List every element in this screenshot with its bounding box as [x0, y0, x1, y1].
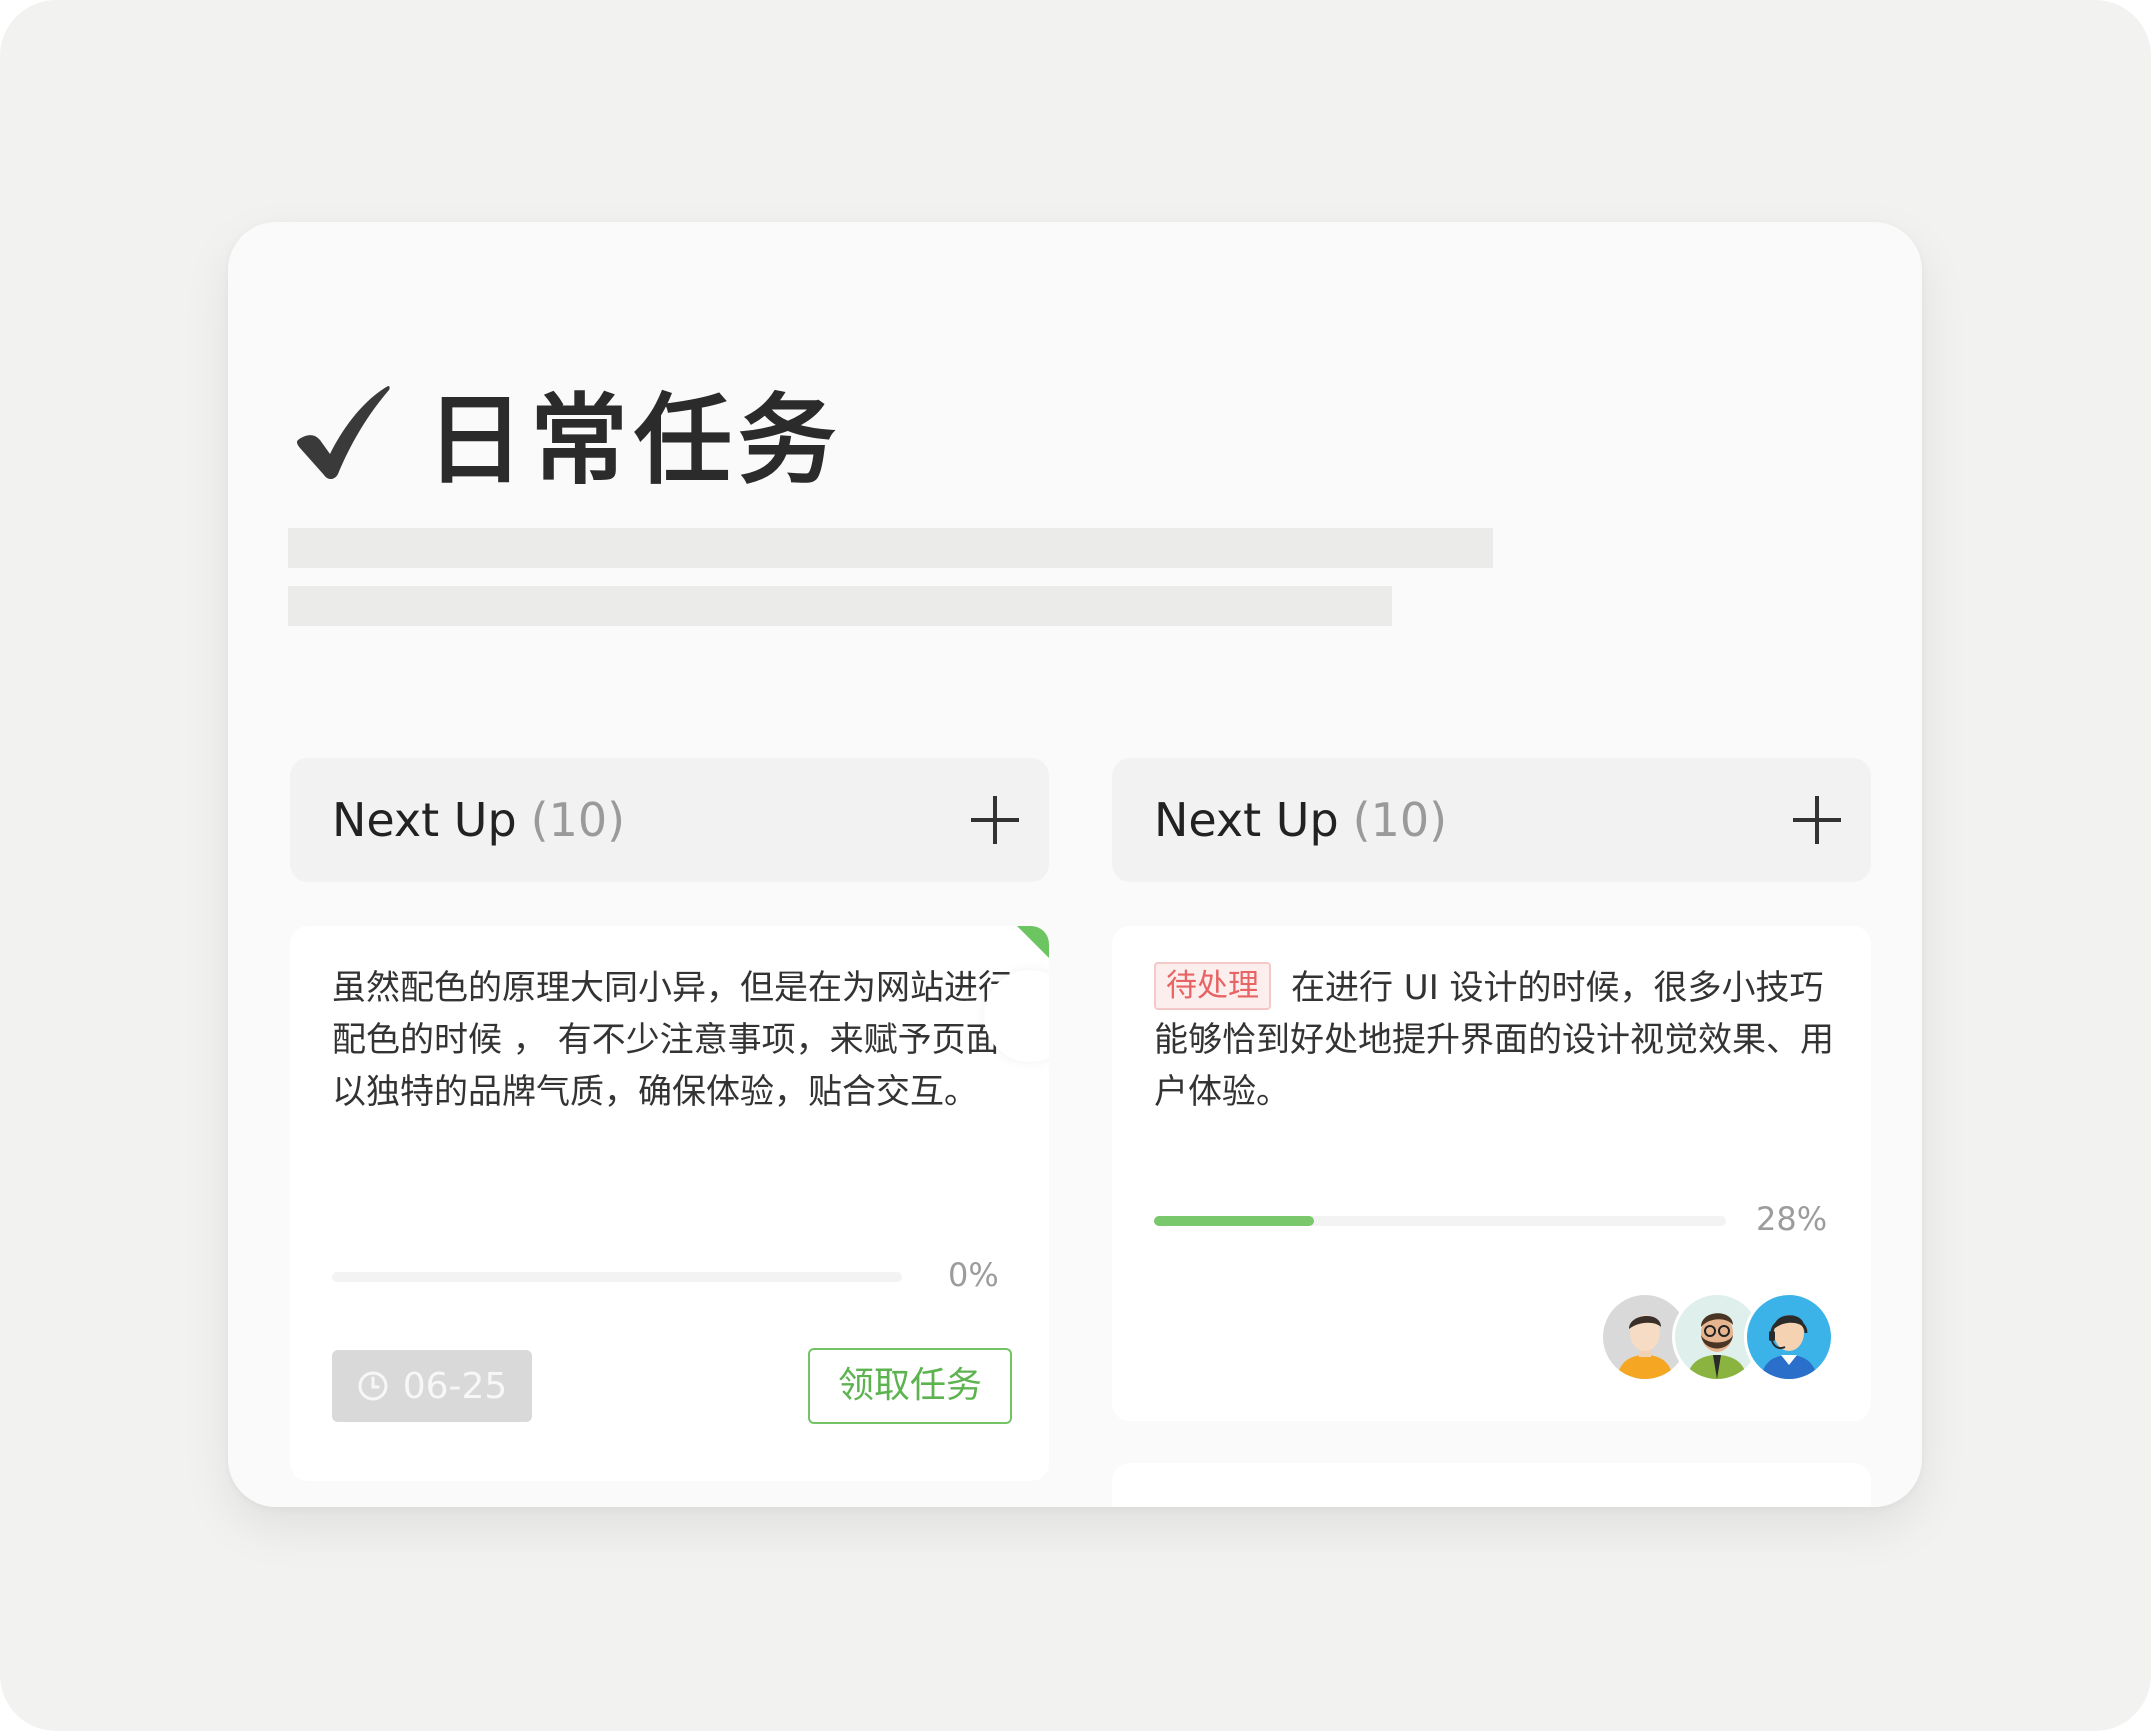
task-card[interactable] — [1112, 1463, 1871, 1507]
task-card[interactable]: 虽然配色的原理大同小异，但是在为网站进行配色的时候 ， 有不少注意事项，来赋予页… — [290, 926, 1049, 1481]
assignee-avatars — [1600, 1292, 1840, 1382]
task-description: 虽然配色的原理大同小异，但是在为网站进行配色的时候 ， 有不少注意事项，来赋予页… — [332, 968, 1012, 1112]
progress-fill — [1154, 1216, 1315, 1226]
due-date: 06-25 — [402, 1365, 508, 1407]
description-placeholder-line — [288, 528, 1493, 568]
progress-label: 28% — [1756, 1200, 1828, 1238]
status-flag — [1017, 926, 1049, 958]
column-count: (10) — [1352, 793, 1448, 847]
description-placeholder-line — [288, 586, 1392, 626]
page-title: 日常任务 — [426, 384, 843, 498]
progress-label: 0% — [948, 1256, 999, 1294]
column-header: Next Up (10) — [1112, 758, 1871, 882]
column-title: Next Up — [332, 793, 517, 847]
status-tag: 待处理 — [1154, 962, 1271, 1010]
page-header: 日常任务 — [292, 372, 842, 498]
checkmark-icon — [296, 386, 390, 480]
add-task-button[interactable] — [1793, 796, 1841, 844]
task-card[interactable]: 待处理 在进行 UI 设计的时候，很多小技巧能够恰到好处地提升界面的设计视觉效果、… — [1112, 926, 1871, 1421]
clock-icon — [358, 1371, 388, 1401]
progress-track — [1154, 1216, 1726, 1226]
task-board-window: 日常任务 Next Up (10) 虽然配色的原理大同小异，但是在为网站进行配色的… — [228, 222, 1922, 1507]
column-title: Next Up — [1154, 793, 1339, 847]
progress-track — [332, 1272, 902, 1282]
avatar-man-headset-icon[interactable] — [1744, 1292, 1834, 1382]
app-frame: 日常任务 Next Up (10) 虽然配色的原理大同小异，但是在为网站进行配色的… — [0, 0, 2151, 1731]
due-date-badge: 06-25 — [332, 1350, 532, 1422]
column-count: (10) — [530, 793, 626, 847]
claim-task-button[interactable]: 领取任务 — [808, 1348, 1012, 1424]
add-task-button[interactable] — [971, 796, 1019, 844]
column-header: Next Up (10) — [290, 758, 1049, 882]
